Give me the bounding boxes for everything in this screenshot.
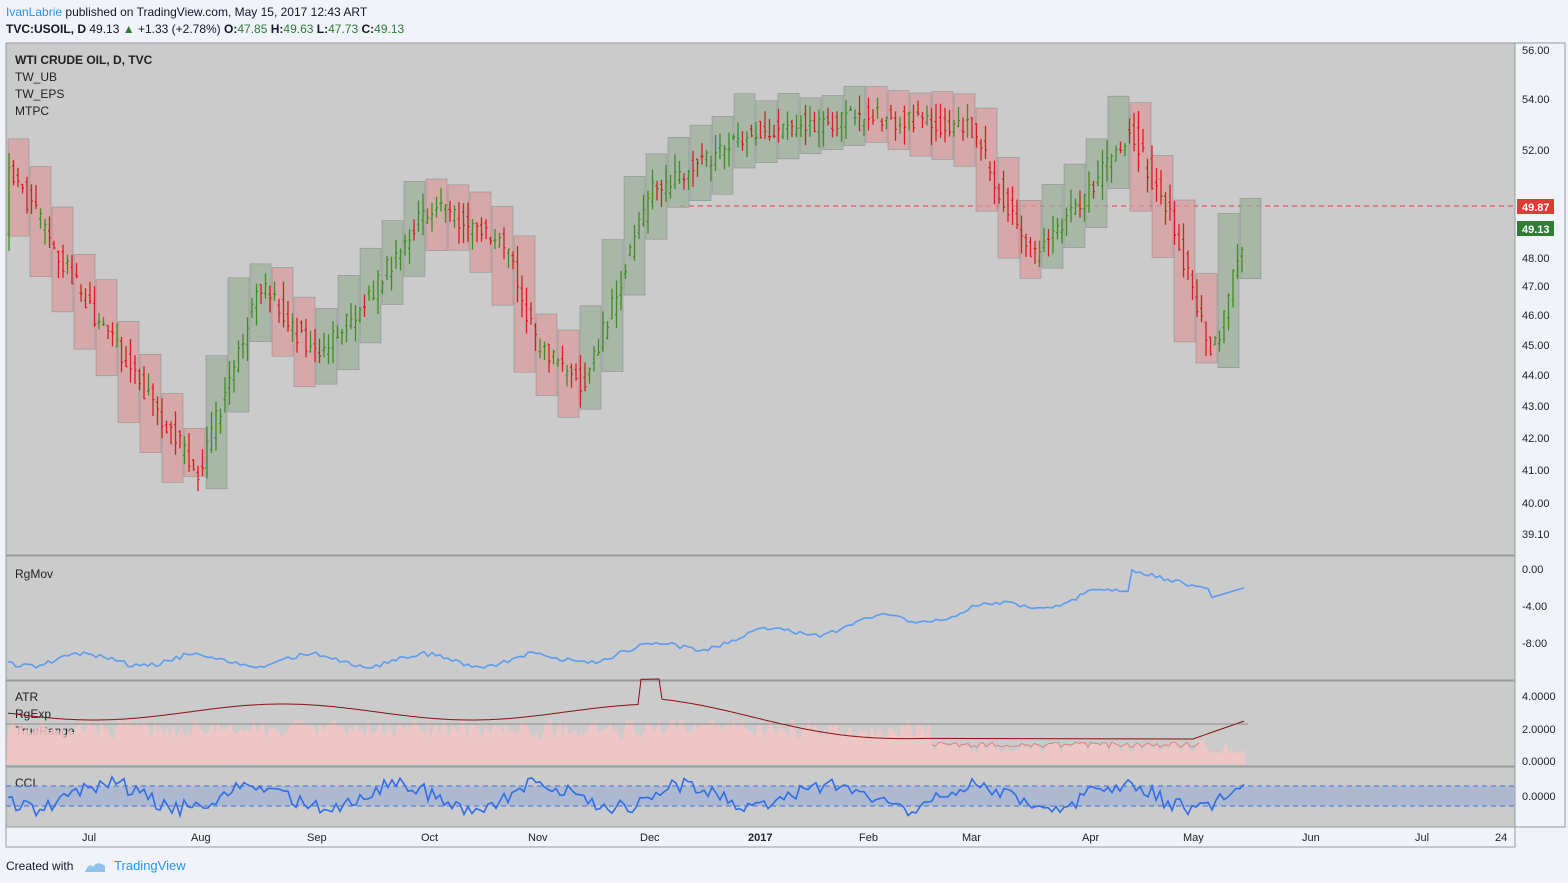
period-box: [7, 138, 30, 237]
period-box: [579, 305, 602, 410]
price-tick: 39.10: [1522, 529, 1550, 541]
time-tick: Nov: [528, 832, 548, 844]
period-box: [271, 267, 294, 357]
indicator-label-1: TW_EPS: [15, 87, 64, 101]
rgmov-pane[interactable]: [5, 555, 1516, 681]
price-tick: 43.00: [1522, 401, 1550, 413]
price-tick: 56.00: [1522, 45, 1550, 57]
tradingview-link[interactable]: TradingView: [114, 858, 186, 873]
footer: Created with TradingView: [6, 858, 186, 874]
atr-tick: 0.0000: [1522, 756, 1556, 768]
price-tick: 54.00: [1522, 94, 1550, 106]
time-tick: 24: [1495, 832, 1507, 844]
price-tick: 46.00: [1522, 310, 1550, 322]
rgmov-tick: 0.00: [1522, 564, 1543, 576]
period-box: [1239, 198, 1262, 279]
time-tick: 2017: [748, 832, 772, 844]
tradingview-logo-icon[interactable]: [83, 860, 107, 874]
indicator-label-2: MTPC: [15, 104, 49, 118]
atr-tick: 2.0000: [1522, 724, 1556, 736]
time-tick: Oct: [421, 832, 438, 844]
time-tick: Jul: [82, 832, 96, 844]
price-tick: 52.00: [1522, 145, 1550, 157]
rgmov-tick: -8.00: [1522, 638, 1547, 650]
price-tick: 45.00: [1522, 340, 1550, 352]
time-tick: Mar: [962, 832, 981, 844]
time-tick: Aug: [191, 832, 211, 844]
last-price-label: 49.13: [1522, 224, 1550, 236]
atr-title: ATR: [15, 690, 38, 704]
rgexp-title: RgExp: [15, 707, 51, 721]
price-tick: 40.00: [1522, 498, 1550, 510]
price-tick: 44.00: [1522, 370, 1550, 382]
atr-tick: 4.0000: [1522, 691, 1556, 703]
time-tick: Jul: [1415, 832, 1429, 844]
period-box: [887, 90, 910, 150]
time-tick: Jun: [1302, 832, 1320, 844]
hline-label: 49.87: [1522, 202, 1550, 214]
time-tick: Feb: [859, 832, 878, 844]
rgmov-tick: -4.00: [1522, 601, 1547, 613]
time-tick: Dec: [640, 832, 660, 844]
time-tick: Apr: [1082, 832, 1099, 844]
cci-tick: 0.0000: [1522, 791, 1556, 803]
pane-title: WTI CRUDE OIL, D, TVC: [15, 53, 153, 67]
rgmov-title: RgMov: [15, 567, 53, 581]
price-tick: 48.00: [1522, 253, 1550, 265]
time-tick: Sep: [307, 832, 327, 844]
time-tick: May: [1183, 832, 1204, 844]
price-tick: 41.00: [1522, 465, 1550, 477]
price-tick: 47.00: [1522, 281, 1550, 293]
indicator-label-0: TW_UB: [15, 70, 57, 84]
period-box: [491, 206, 514, 306]
atr-ticks: 4.0000 2.0000 0.0000: [1522, 691, 1556, 768]
created-with-text: Created with: [6, 859, 74, 873]
period-box: [1217, 213, 1240, 369]
chart-canvas[interactable]: WTI CRUDE OIL, D, TVC TW_UB TW_EPS MTPC …: [0, 0, 1568, 883]
period-box: [1129, 102, 1152, 212]
price-tick: 42.00: [1522, 433, 1550, 445]
